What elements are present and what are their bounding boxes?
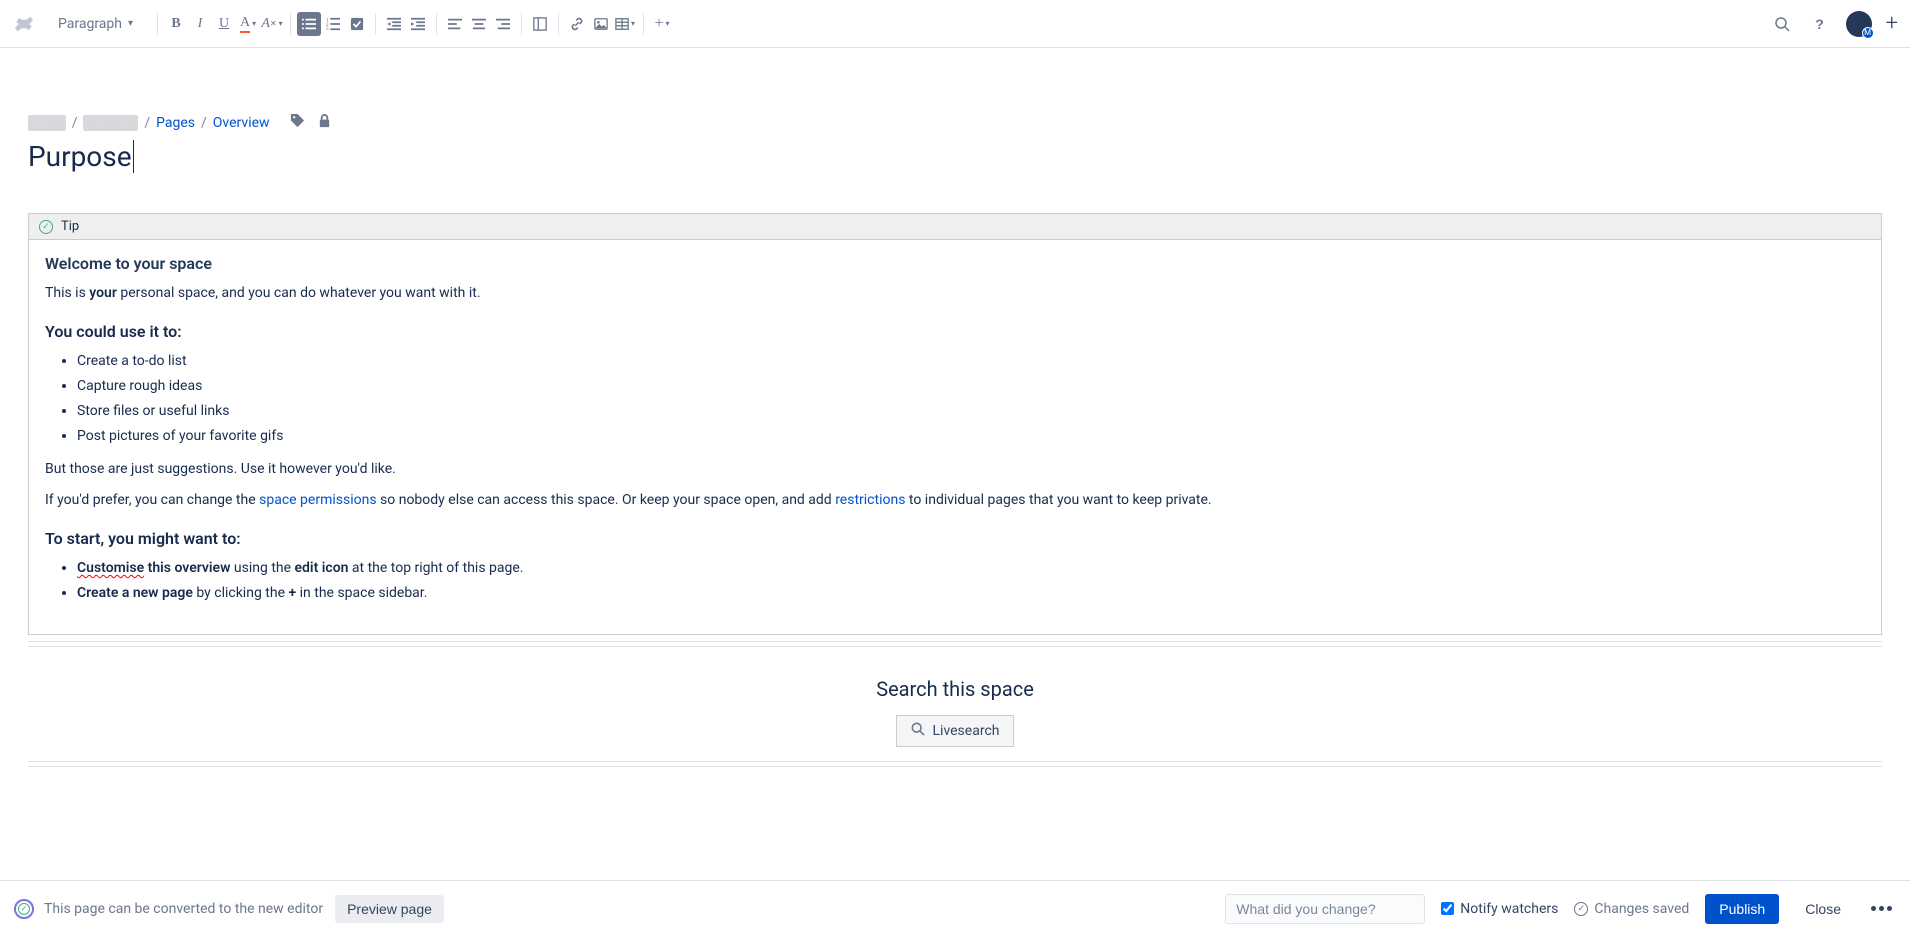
text-color-button[interactable]: A▾ <box>236 12 260 36</box>
version-comment-input[interactable] <box>1225 894 1425 924</box>
toolbar-divider <box>375 13 376 35</box>
breadcrumb-separator: / <box>72 115 78 131</box>
preview-page-button[interactable]: Preview page <box>335 895 444 923</box>
livesearch-macro[interactable]: Livesearch <box>896 715 1015 747</box>
tip-panel-body[interactable]: Welcome to your space This is your perso… <box>29 240 1881 634</box>
editor-toolbar: Paragraph ▾ B I U A▾ A✕▾ 123 ▾ +▾ ? M + <box>0 0 1910 48</box>
save-status: ✓ Changes saved <box>1574 901 1689 917</box>
convert-status-icon: ✓ <box>14 899 34 919</box>
text-style-label: Paragraph <box>58 16 122 32</box>
notify-watchers-label[interactable]: Notify watchers <box>1441 901 1558 917</box>
list-item: Customise this overview using the edit i… <box>77 558 1865 579</box>
bold-button[interactable]: B <box>164 12 188 36</box>
list-item: Create a new page by clicking the + in t… <box>77 583 1865 604</box>
bullet-list-button[interactable] <box>297 12 321 36</box>
find-button[interactable] <box>1770 12 1794 36</box>
horizontal-rule <box>28 641 1882 647</box>
breadcrumb-separator: / <box>201 115 207 131</box>
check-circle-icon: ✓ <box>39 220 53 234</box>
toolbar-divider <box>521 13 522 35</box>
breadcrumb-overview[interactable]: Overview <box>213 115 270 131</box>
labels-icon[interactable] <box>290 113 305 132</box>
layout-button[interactable] <box>528 12 552 36</box>
breadcrumb-item[interactable]: Home <box>28 115 66 131</box>
task-list-button[interactable] <box>345 12 369 36</box>
tip-heading-uses: You could use it to: <box>45 322 1865 341</box>
suggestions-paragraph: But those are just suggestions. Use it h… <box>45 459 1865 480</box>
space-permissions-link[interactable]: space permissions <box>259 492 376 508</box>
editor-content[interactable]: Home / Personal / Pages / Overview Purpo… <box>0 48 1910 767</box>
list-item: Post pictures of your favorite gifs <box>77 426 1865 447</box>
search-section: Search this space Livesearch <box>28 677 1882 747</box>
indent-button[interactable] <box>406 12 430 36</box>
chevron-down-icon: ▾ <box>128 18 133 29</box>
page-title[interactable]: Purpose <box>28 140 134 173</box>
toolbar-divider <box>643 13 644 35</box>
confluence-logo-icon[interactable] <box>12 12 36 36</box>
svg-text:3: 3 <box>326 26 329 31</box>
text-style-dropdown[interactable]: Paragraph ▾ <box>50 12 141 36</box>
avatar-badge-icon: M <box>1862 27 1874 39</box>
link-button[interactable] <box>565 12 589 36</box>
tip-heading-welcome: Welcome to your space <box>45 254 1865 273</box>
breadcrumb-pages[interactable]: Pages <box>156 115 195 131</box>
italic-button[interactable]: I <box>188 12 212 36</box>
search-heading: Search this space <box>28 677 1882 701</box>
restrictions-link[interactable]: restrictions <box>835 492 905 508</box>
horizontal-rule <box>28 761 1882 767</box>
invite-button[interactable]: + <box>1886 11 1898 36</box>
align-left-button[interactable] <box>443 12 467 36</box>
breadcrumb-separator: / <box>144 115 150 131</box>
publish-button[interactable]: Publish <box>1705 894 1779 924</box>
tip-heading-start: To start, you might want to: <box>45 529 1865 548</box>
table-button[interactable]: ▾ <box>613 12 637 36</box>
convert-text: This page can be converted to the new ed… <box>44 901 323 917</box>
image-button[interactable] <box>589 12 613 36</box>
close-button[interactable]: Close <box>1795 894 1851 924</box>
livesearch-label: Livesearch <box>933 723 1000 739</box>
insert-more-button[interactable]: +▾ <box>650 12 674 36</box>
search-icon <box>911 722 925 740</box>
toolbar-divider <box>436 13 437 35</box>
numbered-list-button[interactable]: 123 <box>321 12 345 36</box>
help-button[interactable]: ? <box>1808 12 1832 36</box>
tip-intro-paragraph: This is your personal space, and you can… <box>45 283 1865 304</box>
list-item: Capture rough ideas <box>77 376 1865 397</box>
start-list: Customise this overview using the edit i… <box>77 558 1865 604</box>
toolbar-divider <box>290 13 291 35</box>
toolbar-divider <box>558 13 559 35</box>
check-circle-icon: ✓ <box>1574 902 1588 916</box>
editor-footer: ✓ This page can be converted to the new … <box>0 880 1910 936</box>
tip-label: Tip <box>61 219 79 234</box>
breadcrumb-item[interactable]: Personal <box>83 115 138 131</box>
outdent-button[interactable] <box>382 12 406 36</box>
tip-panel-header[interactable]: ✓ Tip <box>29 214 1881 240</box>
restrictions-icon[interactable] <box>317 113 332 132</box>
list-item: Store files or useful links <box>77 401 1865 422</box>
list-item: Create a to-do list <box>77 351 1865 372</box>
notify-watchers-checkbox[interactable] <box>1441 902 1454 915</box>
align-right-button[interactable] <box>491 12 515 36</box>
uses-list: Create a to-do list Capture rough ideas … <box>77 351 1865 447</box>
user-avatar[interactable]: M <box>1846 11 1872 37</box>
breadcrumb: Home / Personal / Pages / Overview <box>28 113 1882 132</box>
tip-panel: ✓ Tip Welcome to your space This is your… <box>28 213 1882 635</box>
align-center-button[interactable] <box>467 12 491 36</box>
clear-formatting-button[interactable]: A✕▾ <box>260 12 284 36</box>
underline-button[interactable]: U <box>212 12 236 36</box>
toolbar-divider <box>157 13 158 35</box>
more-actions-button[interactable] <box>1867 902 1896 915</box>
permissions-paragraph: If you'd prefer, you can change the spac… <box>45 490 1865 511</box>
